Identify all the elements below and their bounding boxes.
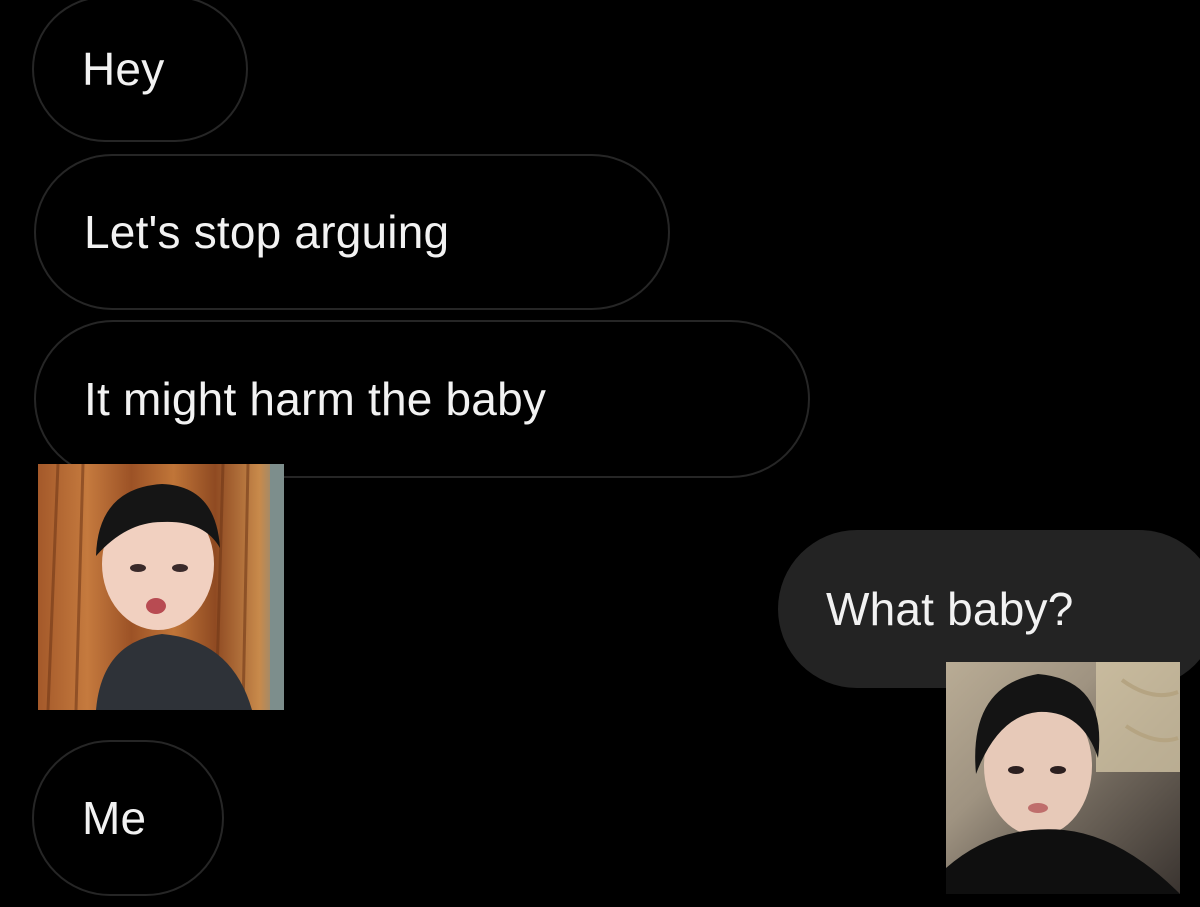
- person-photo-icon: [46, 464, 284, 710]
- message-text: Hey: [82, 43, 165, 95]
- chat-thread: Hey Let's stop arguing It might harm the…: [0, 0, 1200, 907]
- received-message-bubble[interactable]: Hey: [32, 0, 248, 142]
- sender-selfie-image: [38, 464, 284, 710]
- received-message-bubble[interactable]: Me: [32, 740, 224, 896]
- message-text: What baby?: [826, 583, 1074, 635]
- message-text: Me: [82, 792, 147, 844]
- received-message-bubble[interactable]: It might harm the baby: [34, 320, 810, 478]
- message-text: It might harm the baby: [84, 373, 547, 425]
- message-text: Let's stop arguing: [84, 206, 450, 258]
- received-message-bubble[interactable]: Let's stop arguing: [34, 154, 670, 310]
- recipient-selfie-image: [946, 662, 1180, 894]
- person-photo-icon: [946, 662, 1180, 894]
